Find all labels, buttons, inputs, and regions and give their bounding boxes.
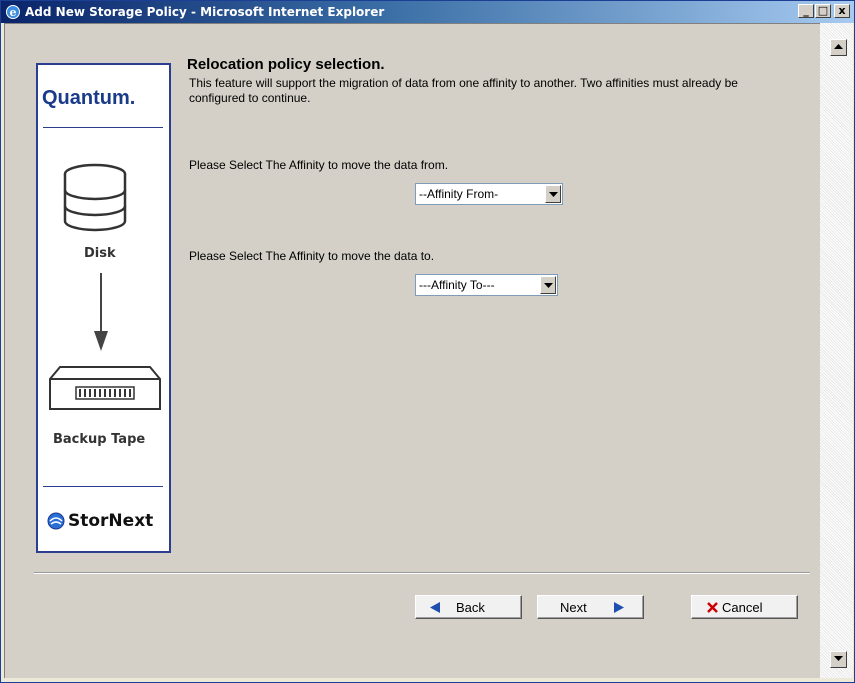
- cancel-button-label: Cancel: [722, 600, 763, 615]
- tape-icon: [49, 366, 161, 410]
- cancel-button[interactable]: Cancel: [691, 595, 798, 619]
- affinity-from-select[interactable]: --Affinity From-: [415, 183, 563, 205]
- affinity-to-select[interactable]: ---Affinity To---: [415, 274, 558, 296]
- sidebar-divider-top: [43, 127, 163, 128]
- affinity-from-value: --Affinity From-: [419, 187, 499, 201]
- close-button[interactable]: x: [834, 4, 850, 18]
- scroll-up-icon: [834, 44, 843, 49]
- vertical-scrollbar[interactable]: [820, 23, 853, 678]
- maximize-button[interactable]: □: [815, 4, 831, 18]
- disk-label: Disk: [84, 246, 116, 261]
- chevron-down-icon: [544, 283, 553, 288]
- tape-label: Backup Tape: [53, 432, 146, 447]
- chevron-down-icon: [549, 192, 558, 197]
- quantum-logo: Quantum.: [42, 87, 136, 109]
- back-arrow-icon: [430, 602, 440, 613]
- sidebar-divider-bottom: [43, 486, 163, 487]
- affinity-to-value: ---Affinity To---: [419, 278, 495, 292]
- cancel-x-icon: [707, 602, 718, 613]
- affinity-to-prompt: Please Select The Affinity to move the d…: [189, 249, 435, 263]
- browser-window: e Add New Storage Policy - Microsoft Int…: [0, 0, 855, 683]
- down-arrow-icon: [94, 273, 108, 351]
- ie-icon: e: [6, 5, 20, 19]
- scroll-down-button[interactable]: [830, 651, 847, 668]
- wizard-sidebar: Quantum. Disk Backup Tape StorNext: [36, 63, 171, 553]
- affinity-from-prompt: Please Select The Affinity to move the d…: [189, 158, 449, 172]
- footer-divider: [34, 572, 810, 574]
- page-title: Relocation policy selection.: [187, 56, 385, 73]
- affinity-from-dropdown-button[interactable]: [545, 185, 561, 203]
- back-button[interactable]: Back: [415, 595, 522, 619]
- next-button[interactable]: Next: [537, 595, 644, 619]
- stornext-logo: StorNext: [68, 511, 154, 531]
- scroll-down-icon: [834, 656, 843, 661]
- affinity-to-dropdown-button[interactable]: [540, 276, 556, 294]
- next-arrow-icon: [614, 602, 624, 613]
- stornext-logo-icon: [47, 512, 65, 530]
- window-title: Add New Storage Policy - Microsoft Inter…: [25, 5, 385, 19]
- disk-icon: [63, 163, 127, 232]
- title-bar[interactable]: e Add New Storage Policy - Microsoft Int…: [1, 1, 854, 23]
- scroll-up-button[interactable]: [830, 39, 847, 56]
- next-button-label: Next: [560, 600, 587, 615]
- back-button-label: Back: [456, 600, 485, 615]
- minimize-button[interactable]: _: [798, 4, 814, 18]
- page-description: This feature will support the migration …: [189, 76, 738, 105]
- svg-text:e: e: [10, 6, 17, 19]
